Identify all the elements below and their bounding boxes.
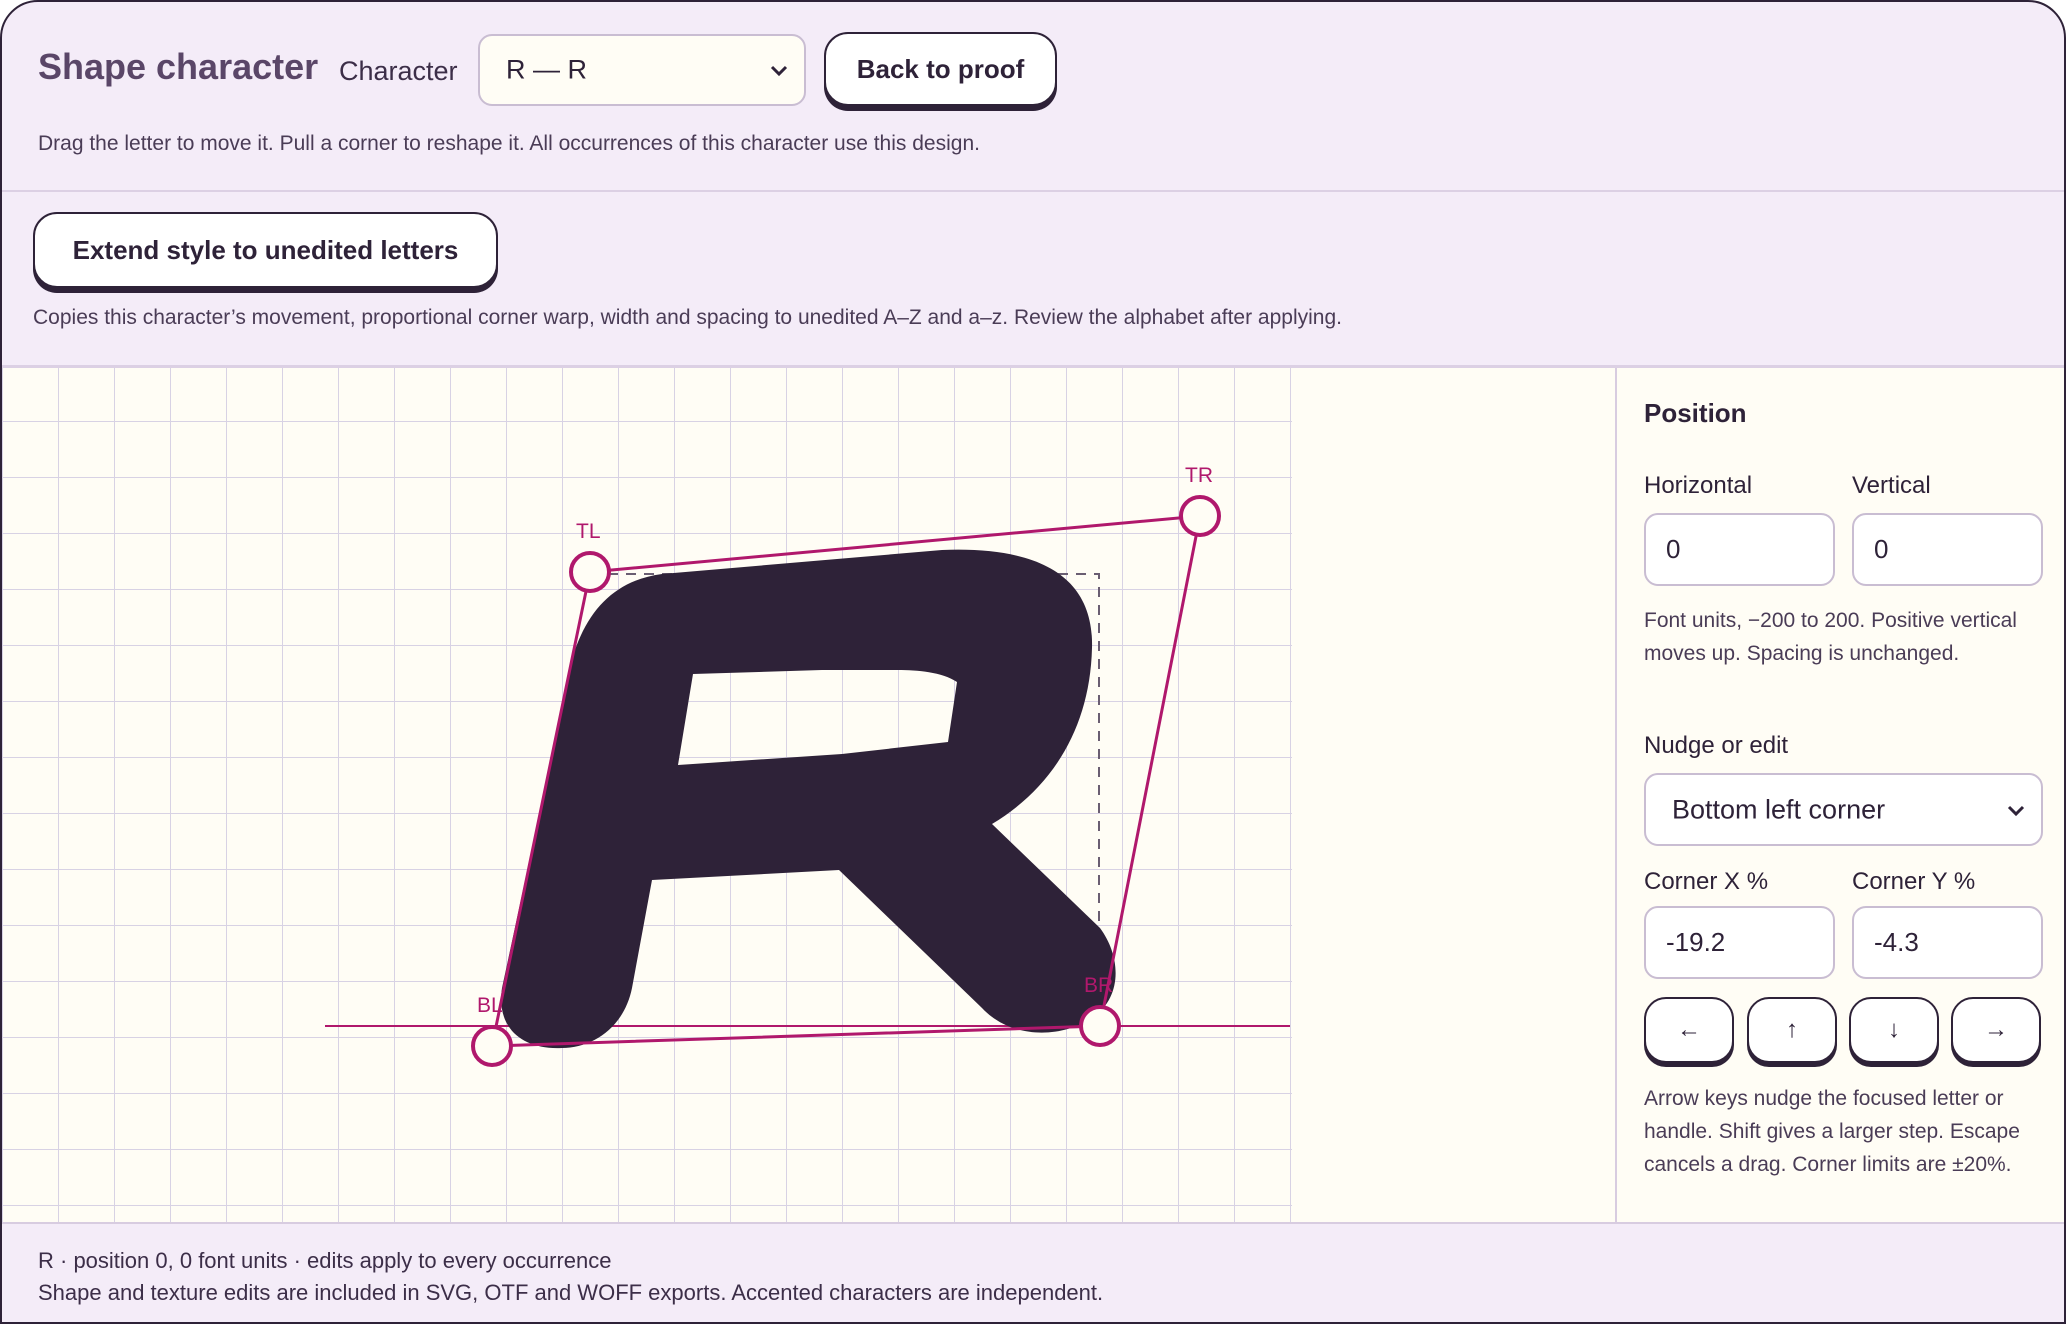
- handle-label-bl: BL: [477, 994, 503, 1017]
- extend-style-button[interactable]: Extend style to unedited letters: [33, 212, 498, 288]
- chevron-down-icon: [770, 65, 788, 77]
- nudge-up-button[interactable]: ↑: [1747, 997, 1837, 1063]
- arrow-right-icon: →: [1984, 1016, 2008, 1043]
- arrow-down-icon: ↓: [1888, 1016, 1900, 1043]
- keys-note: Arrow keys nudge the focused letter or h…: [1644, 1087, 2020, 1176]
- horizontal-label: Horizontal: [1644, 472, 1753, 499]
- handle-bottom-right[interactable]: [1079, 1005, 1121, 1047]
- extend-style-section: Extend style to unedited letters Copies …: [2, 192, 2064, 368]
- panel-heading: Position: [1644, 398, 1747, 428]
- back-to-proof-button[interactable]: Back to proof: [824, 32, 1057, 106]
- glyph-canvas-svg: TL TR BL BR: [2, 368, 1615, 1222]
- arrow-up-icon: ↑: [1786, 1016, 1798, 1043]
- handle-bottom-left[interactable]: [471, 1025, 513, 1067]
- nudge-right-button[interactable]: →: [1951, 997, 2041, 1063]
- nudge-select[interactable]: Bottom left corner: [1644, 773, 2043, 846]
- page-title: Shape character: [38, 46, 319, 87]
- character-label: Character: [339, 56, 458, 86]
- character-select-value: R — R: [506, 54, 587, 85]
- character-select[interactable]: R — R: [478, 34, 806, 106]
- nudge-left-button[interactable]: ←: [1644, 997, 1734, 1063]
- glyph-canvas[interactable]: TL TR BL BR: [2, 368, 1617, 1222]
- corner-y-label: Corner Y %: [1852, 868, 1976, 895]
- status-text: R · position 0, 0 font units · edits app…: [38, 1248, 612, 1273]
- position-note: Font units, −200 to 200. Positive vertic…: [1644, 609, 2017, 665]
- vertical-input[interactable]: 0: [1852, 513, 2043, 586]
- nudge-label: Nudge or edit: [1644, 732, 1789, 759]
- corner-y-input[interactable]: -4.3: [1852, 906, 2043, 979]
- shape-character-window: Shape character Character R — R Back to …: [0, 0, 2066, 1324]
- corner-x-label: Corner X %: [1644, 868, 1769, 895]
- nudge-select-value: Bottom left corner: [1672, 794, 1886, 824]
- horizontal-input[interactable]: 0: [1644, 513, 1835, 586]
- handle-top-left[interactable]: [569, 551, 611, 593]
- export-note: Shape and texture edits are included in …: [38, 1280, 1104, 1305]
- chevron-down-icon: [2007, 805, 2025, 816]
- header-help-text: Drag the letter to move it. Pull a corne…: [38, 132, 980, 155]
- extend-help-text: Copies this character’s movement, propor…: [33, 306, 1342, 329]
- position-panel: Position Horizontal Vertical 0 0 Font un…: [1617, 368, 2064, 1222]
- handle-label-tr: TR: [1185, 464, 1213, 487]
- handle-label-tl: TL: [576, 520, 601, 543]
- corner-x-input[interactable]: -19.2: [1644, 906, 1835, 979]
- header: Shape character Character R — R Back to …: [2, 2, 2064, 192]
- handle-top-right[interactable]: [1179, 495, 1221, 537]
- handle-label-br: BR: [1084, 974, 1113, 997]
- status-footer: R · position 0, 0 font units · edits app…: [2, 1222, 2064, 1322]
- vertical-label: Vertical: [1852, 472, 1931, 499]
- arrow-left-icon: ←: [1677, 1016, 1701, 1043]
- nudge-down-button[interactable]: ↓: [1849, 997, 1939, 1063]
